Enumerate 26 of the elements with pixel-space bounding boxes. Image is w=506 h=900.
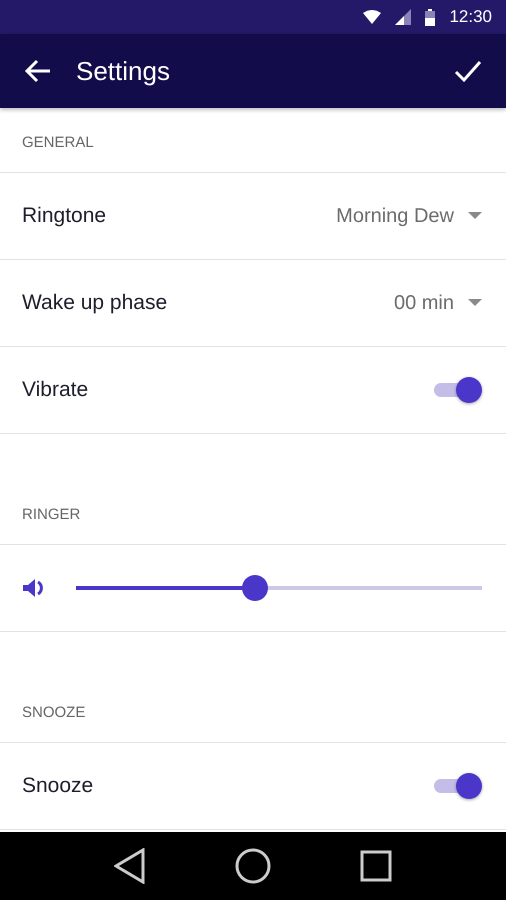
slider-thumb[interactable] [242,575,268,601]
volume-slider[interactable] [76,575,482,601]
clock: 12:30 [449,7,492,27]
section-header: GENERAL [0,108,506,173]
setting-label: Ringtone [22,204,108,228]
dropdown[interactable]: 00 min [394,292,482,314]
recents-nav-button[interactable] [360,850,392,882]
setting-label: Vibrate [22,378,90,402]
caret-icon [468,299,482,307]
speaker-icon [22,576,46,600]
signal-icon [395,9,412,25]
battery-icon [425,8,436,26]
dropdown[interactable]: Morning Dew [336,204,482,228]
screen-title: Settings [76,56,171,86]
section-header: RINGER [0,434,506,545]
wifi-icon [363,10,382,24]
toggle-switch[interactable] [434,377,482,403]
confirm-button[interactable] [454,60,482,82]
setting-label: Snooze [22,774,94,798]
toggle-switch[interactable] [434,773,482,799]
section-header: SNOOZE [0,632,506,743]
setting-label: Wake up phase [22,291,168,315]
caret-icon [468,212,482,220]
home-nav-button[interactable] [234,848,271,884]
back-button[interactable] [24,59,52,83]
back-nav-button[interactable] [114,848,146,884]
